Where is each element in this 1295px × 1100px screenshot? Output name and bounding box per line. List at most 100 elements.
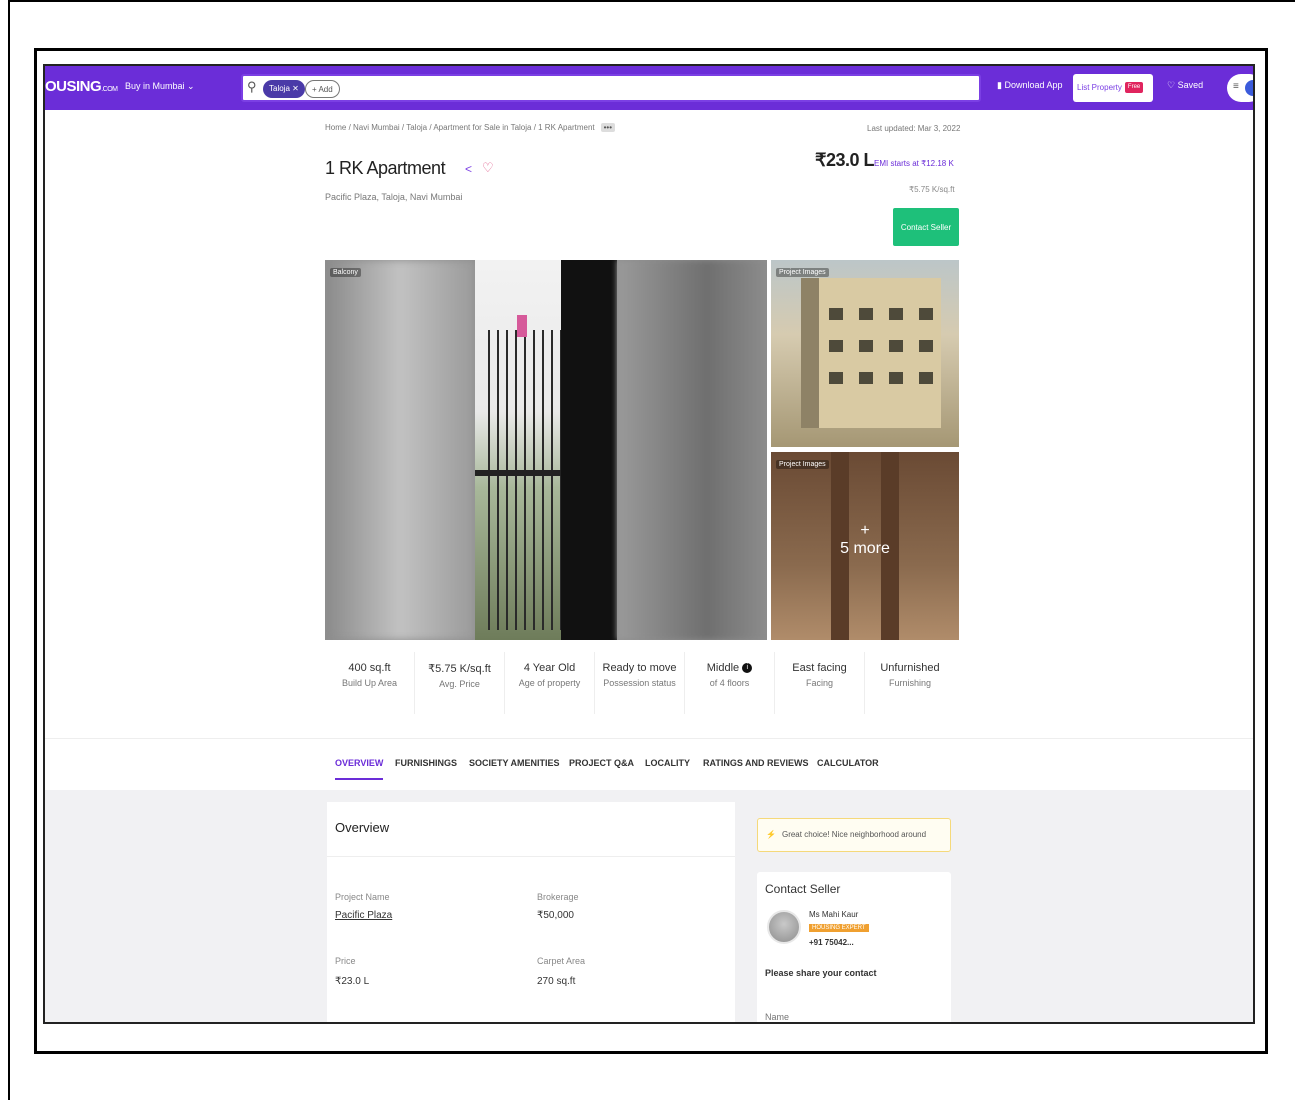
hamburger-icon: ≡ (1233, 81, 1239, 92)
fact-item: Ready to move Possession status (595, 652, 685, 714)
project-name-link[interactable]: Pacific Plaza (335, 910, 392, 921)
fact-value: ₹5.75 K/sq.ft (428, 663, 491, 675)
price-label: Price (335, 956, 356, 966)
favorite-heart-icon[interactable]: ♡ (482, 160, 494, 176)
overview-card: Overview Project Name Pacific Plaza Brok… (327, 802, 735, 1022)
more-photos-overlay[interactable]: + 5 more (771, 522, 959, 558)
search-chip-location[interactable]: Taloja ✕ (263, 80, 305, 98)
fact-label: Age of property (518, 678, 581, 688)
share-icon[interactable]: < (465, 162, 472, 176)
building-window (919, 372, 933, 384)
side-photo-more[interactable]: Project Images + 5 more (771, 452, 959, 640)
brokerage-label: Brokerage (537, 892, 579, 902)
photo-blur-right (617, 260, 767, 640)
fact-value: East facing (792, 662, 847, 674)
info-icon[interactable]: i (742, 663, 753, 674)
fact-value: Ready to move (602, 662, 677, 674)
fact-label: of 4 floors (709, 678, 750, 688)
photo-label: Project Images (776, 460, 829, 469)
overview-title: Overview (335, 820, 390, 835)
emi-link[interactable]: EMI starts at ₹12.18 K (874, 159, 954, 168)
city-select[interactable]: Buy in Mumbai ⌄ (125, 81, 195, 92)
search-bar[interactable]: ⚲ Taloja ✕ + Add (241, 74, 981, 102)
building-window (889, 308, 903, 320)
seller-name: Ms Mahi Kaur (809, 910, 859, 919)
tab-project-qa[interactable]: PROJECT Q&A (569, 758, 634, 768)
building-window (829, 372, 843, 384)
tip-text: Great choice! Nice neighborhood around (781, 830, 927, 839)
page-title: 1 RK Apartment (325, 158, 446, 178)
tab-ratings-reviews[interactable]: RATINGS AND REVIEWS (703, 758, 809, 768)
logo-suffix: .COM (101, 86, 118, 93)
contact-seller-button[interactable]: Contact Seller (893, 208, 959, 246)
account-menu[interactable]: ≡ (1227, 74, 1253, 102)
contact-seller-card: Contact Seller Ms Mahi Kaur HOUSING EXPE… (757, 872, 951, 1022)
tab-locality[interactable]: LOCALITY (645, 758, 690, 768)
photo-window-grill (481, 330, 561, 630)
more-photos-label: 5 more (840, 540, 890, 557)
share-contact-prompt: Please share your contact (765, 968, 877, 978)
price-value: ₹23.0 L (335, 976, 370, 987)
building-window (829, 308, 843, 320)
fact-item: ₹5.75 K/sq.ft Avg. Price (415, 652, 505, 714)
building-window (859, 308, 873, 320)
list-property-label: List Property (1077, 83, 1122, 92)
tab-overview[interactable]: OVERVIEW (335, 758, 384, 780)
seller-phone: +91 75042... (809, 938, 854, 947)
download-app-link[interactable]: ▮ Download App (997, 80, 1063, 91)
building-window (859, 340, 873, 352)
close-icon[interactable]: ✕ (292, 84, 299, 93)
photo-hanging-item (517, 315, 527, 337)
fact-item: Middle i of 4 floors (685, 652, 775, 714)
fact-value: Unfurnished (880, 662, 940, 674)
key-facts: 400 sq.ft Build Up Area ₹5.75 K/sq.ft Avg.… (325, 652, 959, 714)
more-icon[interactable]: ••• (600, 123, 616, 132)
building-shape (801, 278, 941, 428)
plus-icon: + (860, 522, 870, 539)
price-per-sqft: ₹5.75 K/sq.ft (909, 185, 955, 194)
phone-icon: ▮ (997, 80, 1002, 90)
chevron-down-icon: ⌄ (187, 81, 195, 91)
building-window (919, 308, 933, 320)
photo-curtain (561, 260, 617, 640)
property-price: ₹23.0 L (815, 150, 874, 170)
search-chip-label: Taloja (269, 84, 290, 93)
seller-avatar (767, 910, 801, 944)
avatar-icon (1245, 80, 1253, 96)
last-updated: Last updated: Mar 3, 2022 (867, 124, 961, 133)
free-badge: Free (1124, 82, 1144, 94)
fact-item: East facing Facing (775, 652, 865, 714)
fact-value: 4 Year Old (523, 662, 576, 674)
name-input[interactable] (765, 1006, 941, 1022)
fact-label: Furnishing (888, 678, 932, 688)
fact-value-text: Middle (706, 662, 740, 674)
breadcrumb[interactable]: Home / Navi Mumbai / Taloja / Apartment … (325, 123, 616, 132)
browser-viewport: OUSING.COM Buy in Mumbai ⌄ ⚲ Taloja ✕ + … (43, 64, 1255, 1024)
saved-link[interactable]: ♡ Saved (1167, 80, 1203, 91)
carpet-area-value: 270 sq.ft (537, 976, 576, 987)
city-select-label: Buy in Mumbai (125, 81, 185, 91)
tab-calculator[interactable]: CALCULATOR (817, 758, 879, 768)
tab-divider (45, 738, 1253, 739)
project-name-label: Project Name (335, 892, 390, 902)
overview-divider (327, 856, 735, 857)
photo-railing (475, 470, 565, 476)
add-location-button[interactable]: + Add (305, 80, 340, 98)
property-address: Pacific Plaza, Taloja, Navi Mumbai (325, 192, 463, 202)
housing-expert-badge: HOUSING EXPERT (809, 924, 869, 932)
search-icon: ⚲ (247, 79, 257, 94)
site-logo[interactable]: OUSING.COM (45, 78, 118, 95)
fact-item: Unfurnished Furnishing (865, 652, 955, 714)
neighborhood-tip: ⚡ Great choice! Nice neighborhood around (757, 818, 951, 852)
tab-furnishings[interactable]: FURNISHINGS (395, 758, 457, 768)
logo-text: OUSING (45, 78, 102, 95)
side-photo-building[interactable]: Project Images (771, 260, 959, 447)
breadcrumb-text[interactable]: Home / Navi Mumbai / Taloja / Apartment … (325, 123, 595, 132)
download-app-label: Download App (1004, 80, 1063, 90)
brokerage-value: ₹50,000 (537, 910, 574, 921)
fact-item: 400 sq.ft Build Up Area (325, 652, 415, 714)
building-window (919, 340, 933, 352)
tab-society-amenities[interactable]: SOCIETY AMENITIES (469, 758, 560, 768)
main-photo[interactable]: Balcony (325, 260, 767, 640)
list-property-button[interactable]: List Property Free (1073, 74, 1153, 102)
